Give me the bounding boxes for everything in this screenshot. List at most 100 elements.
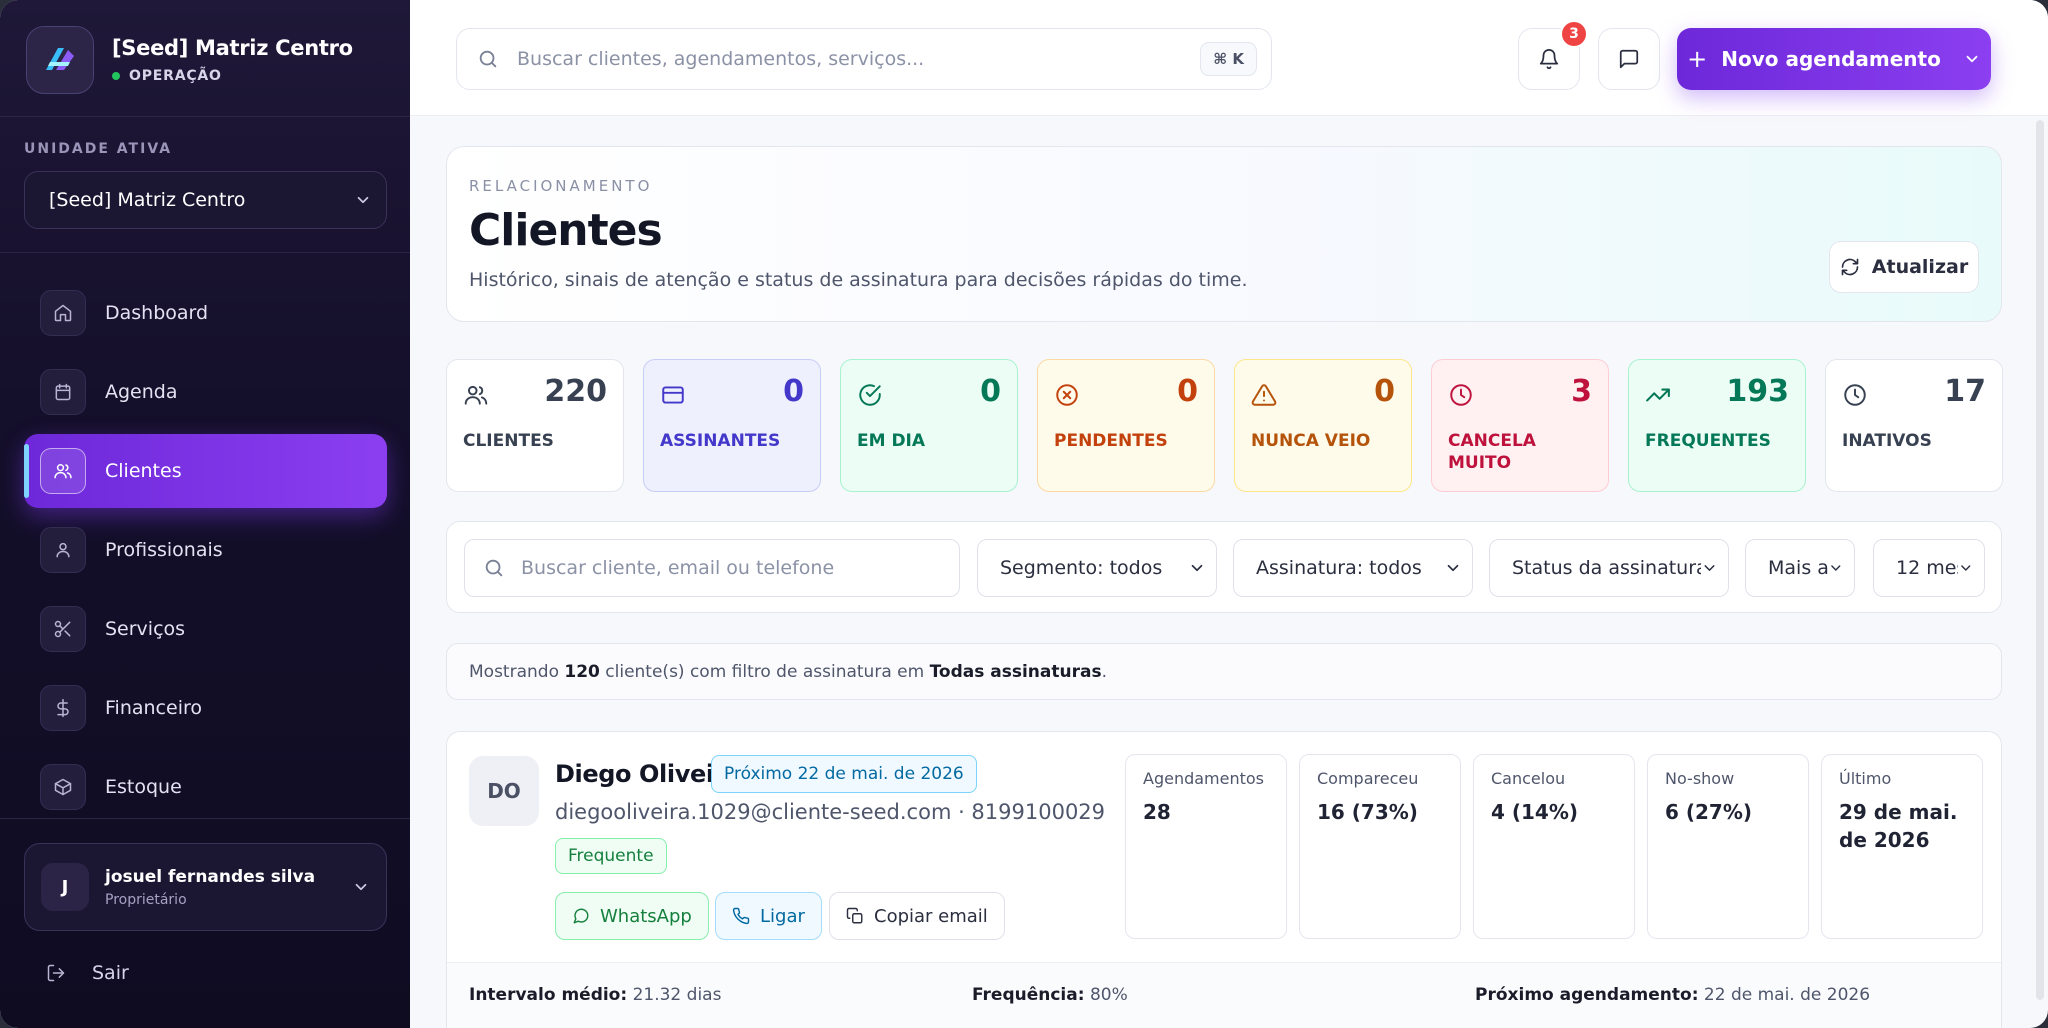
stat-value: 0 <box>1374 374 1395 409</box>
stat-card-assinantes[interactable]: 0 ASSINANTES <box>643 359 821 492</box>
sidebar-divider <box>0 818 410 819</box>
stat-card-clientes[interactable]: 220 CLIENTES <box>446 359 624 492</box>
client-search-input[interactable]: Buscar cliente, email ou telefone <box>464 539 960 597</box>
sidebar-item-label: Agenda <box>105 381 178 403</box>
search-icon <box>479 50 497 68</box>
messages-button[interactable] <box>1598 28 1660 90</box>
plus-icon: + <box>1687 45 1708 73</box>
sidebar-item-label: Profissionais <box>105 539 223 561</box>
stat-card-inativos[interactable]: 17 INATIVOS <box>1825 359 2003 492</box>
metric-label: No-show <box>1665 769 1735 788</box>
logout-button[interactable]: Sair <box>46 962 129 984</box>
chevron-down-icon <box>1447 564 1459 572</box>
stat-card-frequentes[interactable]: 193 FREQUENTES <box>1628 359 1806 492</box>
status-dot-icon <box>112 72 120 80</box>
page-subtitle: Histórico, sinais de atenção e status de… <box>469 269 1248 291</box>
frequency: Frequência: 80% <box>972 985 1128 1005</box>
unit-select[interactable]: [Seed] Matriz Centro <box>24 171 387 229</box>
chevron-down-icon <box>1704 565 1715 571</box>
clock-icon <box>1450 384 1472 406</box>
brand[interactable]: [Seed] Matriz Centro OPERAÇÃO <box>26 26 353 94</box>
metric-label: Último <box>1839 769 1892 788</box>
chevron-down-icon <box>357 196 369 204</box>
stat-value: 0 <box>1177 374 1198 409</box>
sidebar: [Seed] Matriz Centro OPERAÇÃO UNIDADE AT… <box>0 0 410 1028</box>
metric-label: Cancelou <box>1491 769 1566 788</box>
summary-filter: Todas assinaturas <box>929 661 1102 682</box>
logout-label: Sair <box>92 962 129 984</box>
metric-agendamentos: Agendamentos 28 <box>1125 754 1287 939</box>
page-eyebrow: RELACIONAMENTO <box>469 177 653 195</box>
client-card[interactable]: DO Diego Oliveira Próximo 22 de mai. de … <box>446 731 2002 1028</box>
stat-label: INATIVOS <box>1842 431 1932 451</box>
call-button[interactable]: Ligar <box>715 892 822 940</box>
metric-label: Compareceu <box>1317 769 1419 788</box>
frequency-label: Frequência: <box>972 985 1085 1005</box>
sidebar-item-estoque[interactable]: Estoque <box>24 750 387 824</box>
sidebar-item-label: Dashboard <box>105 302 209 324</box>
frequency-value: 80% <box>1089 985 1128 1005</box>
next-appointment-value: 22 de mai. de 2026 <box>1703 985 1871 1005</box>
shortcut-hint: ⌘ K <box>1200 42 1257 76</box>
stat-label: EM DIA <box>857 431 926 451</box>
page-scrollbar[interactable] <box>2036 120 2044 1000</box>
stat-card-em-dia[interactable]: 0 EM DIA <box>840 359 1018 492</box>
metric-value: 6 (27%) <box>1665 800 1753 824</box>
new-appointment-button[interactable]: + Novo agendamento <box>1677 28 1991 90</box>
stat-card-cancela-muito[interactable]: 3 CANCELA MUITO <box>1431 359 1609 492</box>
copy-icon <box>846 907 863 924</box>
segment-select[interactable]: Segmento: todos <box>977 539 1217 597</box>
summary-middle: cliente(s) com filtro de assinatura em <box>605 661 925 682</box>
refresh-button[interactable]: Atualizar <box>1829 241 1979 293</box>
sidebar-item-servicos[interactable]: Serviços <box>24 592 387 666</box>
sidebar-divider <box>0 116 410 117</box>
sidebar-item-agenda[interactable]: Agenda <box>24 355 387 429</box>
metric-value: 4 (14%) <box>1491 800 1579 824</box>
client-contact: diegooliveira.1029@cliente-seed.com · 81… <box>555 800 1106 824</box>
sidebar-item-clientes[interactable]: Clientes <box>24 434 387 508</box>
metric-cancelou: Cancelou 4 (14%) <box>1473 754 1635 939</box>
sidebar-divider <box>0 252 410 253</box>
subscription-status-select[interactable]: Status da assinatura <box>1489 539 1729 597</box>
sort-select-value: Mais agendamentos <box>1768 557 1829 579</box>
segment-badge: Frequente <box>555 838 667 874</box>
sidebar-item-profissionais[interactable]: Profissionais <box>24 513 387 587</box>
page-title: Clientes <box>469 205 663 256</box>
sidebar-item-financeiro[interactable]: Financeiro <box>24 671 387 745</box>
phone-icon <box>732 907 750 925</box>
call-label: Ligar <box>760 905 805 927</box>
whatsapp-button[interactable]: WhatsApp <box>555 892 709 940</box>
notifications-button[interactable]: 3 <box>1518 20 1588 90</box>
unit-label: UNIDADE ATIVA <box>24 141 173 157</box>
metric-value: 28 <box>1143 800 1171 824</box>
stat-value: 193 <box>1726 374 1789 409</box>
global-search-input[interactable]: Buscar clientes, agendamentos, serviços.… <box>456 28 1272 90</box>
stat-card-pendentes[interactable]: 0 PENDENTES <box>1037 359 1215 492</box>
stat-card-nunca-veio[interactable]: 0 NUNCA VEIO <box>1234 359 1412 492</box>
average-interval-label: Intervalo médio: <box>469 985 628 1005</box>
user-name: josuel fernandes silva <box>105 866 316 887</box>
stat-label: PENDENTES <box>1054 431 1168 451</box>
stats-row: 220 CLIENTES 0 ASSINANTES 0 EM DIA 0 PEN… <box>446 359 2003 492</box>
topbar: Buscar clientes, agendamentos, serviços.… <box>410 0 2048 116</box>
user-icon <box>40 527 86 573</box>
user-role: Proprietário <box>105 891 187 908</box>
chevron-down-icon <box>1831 565 1841 571</box>
copy-email-button[interactable]: Copiar email <box>829 892 1005 940</box>
summary-count: 120 <box>564 661 600 682</box>
period-select[interactable]: 12 meses <box>1873 539 1985 597</box>
results-summary: Mostrando 120 cliente(s) com filtro de a… <box>446 643 2002 700</box>
sidebar-item-dashboard[interactable]: Dashboard <box>24 276 387 350</box>
sidebar-item-label: Estoque <box>105 776 182 798</box>
trend-up-icon <box>1646 388 1670 402</box>
copy-email-label: Copiar email <box>874 905 988 927</box>
unit-select-value: [Seed] Matriz Centro <box>49 189 246 211</box>
next-appointment-badge: Próximo 22 de mai. de 2026 <box>711 755 977 793</box>
subscription-select[interactable]: Assinatura: todos <box>1233 539 1473 597</box>
sort-select[interactable]: Mais agendamentos <box>1745 539 1855 597</box>
user-menu[interactable]: J josuel fernandes silva Proprietário <box>24 843 387 931</box>
logout-icon <box>47 964 65 982</box>
summary-suffix: . <box>1101 661 1107 682</box>
sidebar-item-label: Serviços <box>105 618 186 640</box>
stat-value: 3 <box>1571 374 1592 409</box>
